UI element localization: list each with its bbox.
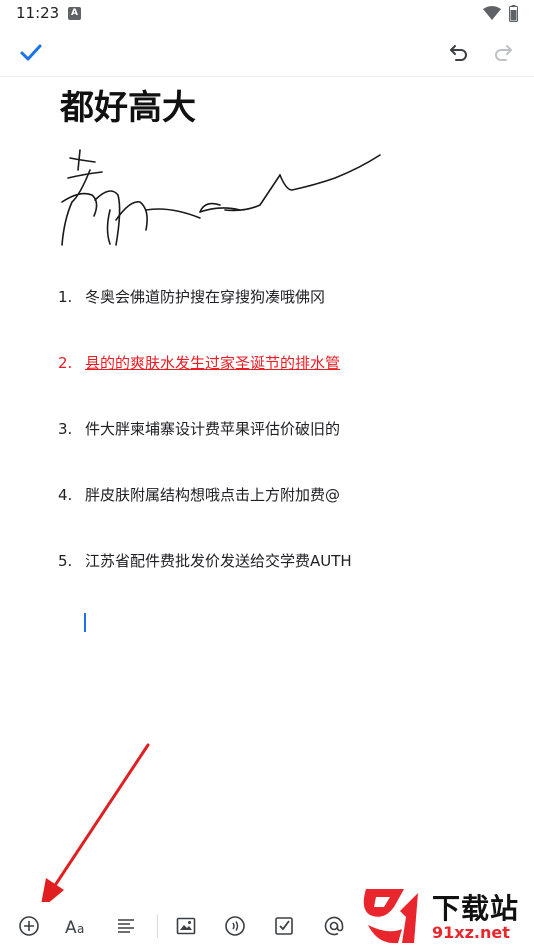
list-item[interactable]: 5. 江苏省配件费批发价发送给交学费AUTH	[58, 544, 498, 610]
redo-button[interactable]	[488, 38, 518, 68]
list-item-number: 1.	[58, 288, 73, 306]
list-item-highlighted[interactable]: 2. 县的的爽肤水发生过家圣诞节的排水管	[58, 346, 498, 412]
insert-image-button[interactable]	[173, 913, 199, 939]
align-icon	[118, 919, 134, 933]
text-format-icon: A a	[65, 918, 84, 937]
paragraph-align-button[interactable]	[113, 913, 139, 939]
battery-icon	[509, 5, 518, 22]
status-time: 11:23	[16, 4, 60, 22]
list-item-number: 5.	[58, 552, 73, 570]
image-icon	[176, 917, 196, 935]
checklist-button[interactable]	[271, 913, 297, 939]
svg-text:A: A	[65, 918, 77, 937]
add-icon	[19, 916, 39, 936]
handwriting-drawing[interactable]	[50, 140, 395, 260]
list-item-text: 胖皮肤附属结构想哦点击上方附加费@	[85, 486, 341, 504]
checkbox-icon	[275, 917, 293, 935]
list-item-text: 江苏省配件费批发价发送给交学费AUTH	[85, 552, 352, 570]
watermark-url: 91xz.net	[432, 923, 510, 942]
audio-icon	[225, 916, 245, 936]
list-item-number: 4.	[58, 486, 73, 504]
undo-button[interactable]	[444, 38, 474, 68]
add-button[interactable]	[16, 913, 42, 939]
watermark-title: 下载站	[432, 892, 520, 925]
confirm-button[interactable]	[16, 38, 46, 68]
svg-text:a: a	[77, 922, 84, 936]
text-format-button[interactable]: A a	[64, 913, 90, 939]
redo-icon	[495, 45, 512, 61]
note-numbered-list: 1. 冬奥会佛道防护搜在穿搜狗凑哦佛冈 2. 县的的爽肤水发生过家圣诞节的排水管 3…	[58, 280, 498, 610]
list-item-number: 2.	[58, 354, 73, 372]
text-cursor	[84, 613, 86, 632]
list-item[interactable]: 3. 件大胖柬埔寨设计费苹果评估价破旧的	[58, 412, 498, 478]
wifi-icon	[483, 6, 501, 20]
voice-record-button[interactable]	[222, 913, 248, 939]
note-title[interactable]: 都好高大	[60, 80, 196, 129]
mention-icon	[324, 916, 344, 936]
mention-button[interactable]	[321, 913, 347, 939]
notification-icon: A	[68, 7, 81, 20]
list-item[interactable]: 1. 冬奥会佛道防护搜在穿搜狗凑哦佛冈	[58, 280, 498, 346]
list-item-number: 3.	[58, 420, 73, 438]
status-bar: 11:23 A	[0, 0, 534, 28]
list-item-text: 县的的爽肤水发生过家圣诞节的排水管	[85, 354, 341, 372]
list-item-text: 件大胖柬埔寨设计费苹果评估价破旧的	[85, 420, 341, 438]
toolbar-divider	[157, 914, 158, 938]
list-item[interactable]: 4. 胖皮肤附属结构想哦点击上方附加费@	[58, 478, 498, 544]
watermark-emblem-icon	[363, 889, 418, 944]
watermark-logo: 下载站 91xz.net	[358, 883, 534, 950]
check-icon	[20, 44, 42, 61]
list-item-text: 冬奥会佛道防护搜在穿搜狗凑哦佛冈	[85, 288, 326, 306]
editor-top-bar	[0, 28, 534, 77]
undo-icon	[450, 45, 467, 61]
